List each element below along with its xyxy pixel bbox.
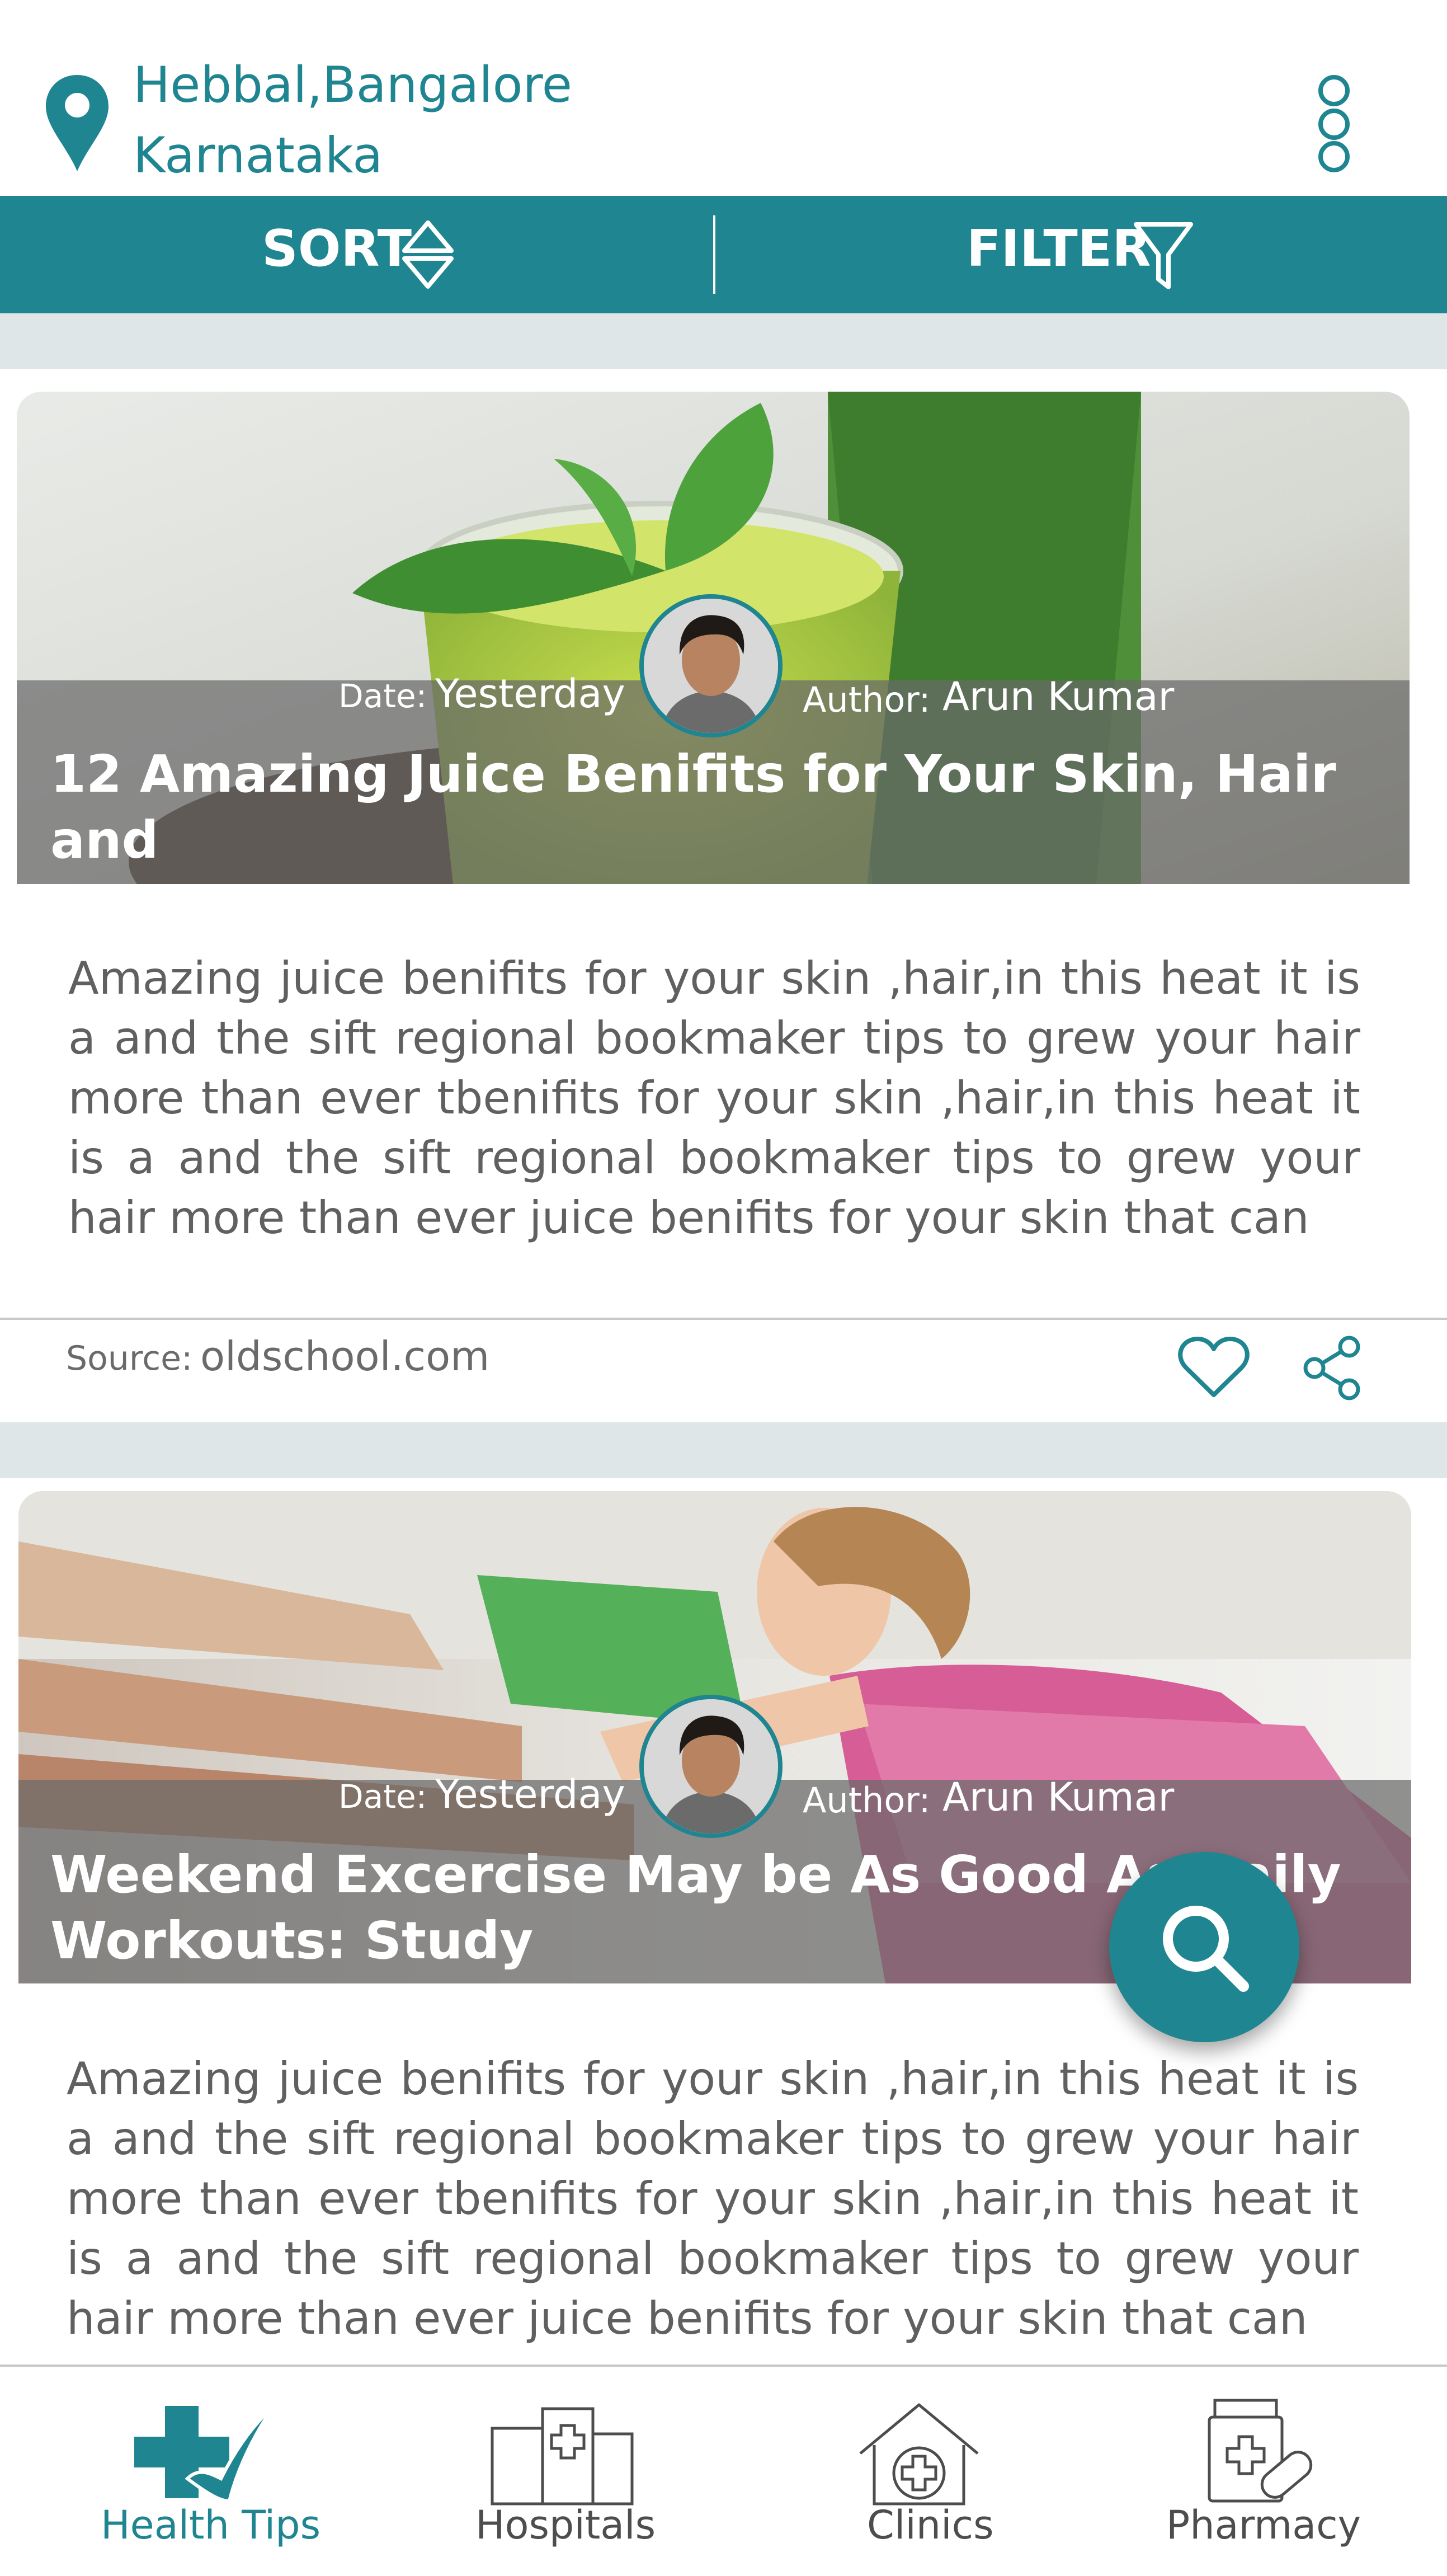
date-label: Date:: [338, 1778, 427, 1816]
toolbar-divider: [713, 215, 715, 294]
author-photo: [644, 1699, 778, 1834]
article-hero-image[interactable]: Date: Yesterday Author: Arun Kumar 12 Am…: [17, 392, 1410, 884]
filter-button[interactable]: FILTER: [967, 224, 1151, 274]
author-label: Author:: [803, 679, 931, 720]
filter-icon[interactable]: [1133, 220, 1194, 293]
location-city[interactable]: Hebbal,Bangalore: [133, 60, 572, 110]
nav-clinics[interactable]: Clinics: [867, 2506, 994, 2545]
author-label: Author:: [803, 1780, 931, 1821]
sort-icon[interactable]: [400, 218, 456, 291]
article-author[interactable]: Arun Kumar: [942, 677, 1174, 716]
clinic-icon[interactable]: [855, 2400, 983, 2507]
search-button[interactable]: [1109, 1852, 1299, 2042]
nav-hospitals[interactable]: Hospitals: [475, 2506, 656, 2545]
sort-filter-bar: [0, 196, 1447, 313]
more-options-icon[interactable]: [1314, 73, 1354, 173]
source-link[interactable]: oldschool.com: [200, 1336, 489, 1376]
article-date: Yesterday: [435, 1771, 625, 1817]
date-label: Date:: [338, 677, 427, 715]
author-photo: [644, 599, 778, 733]
nav-pharmacy[interactable]: Pharmacy: [1166, 2506, 1361, 2545]
share-icon[interactable]: [1298, 1334, 1365, 1402]
list-spacer: [0, 1422, 1447, 1478]
author-avatar[interactable]: [639, 594, 783, 737]
location-pin-icon[interactable]: [44, 73, 111, 173]
article-excerpt: Amazing juice benifits for your skin ,ha…: [68, 952, 1360, 1244]
author-avatar[interactable]: [639, 1695, 783, 1838]
card-divider: [0, 1318, 1447, 1320]
heart-icon[interactable]: [1177, 1334, 1250, 1402]
article-excerpt: Amazing juice benifits for your skin ,ha…: [67, 2053, 1359, 2344]
article-title[interactable]: 12 Amazing Juice Benifits for Your Skin,…: [50, 741, 1410, 884]
search-icon: [1163, 1906, 1249, 1992]
article-date: Yesterday: [435, 671, 625, 717]
source-label: Source:: [66, 1339, 193, 1378]
sort-button[interactable]: SORT: [262, 224, 412, 274]
location-state[interactable]: Karnataka: [133, 131, 383, 180]
pharmacy-icon[interactable]: [1203, 2395, 1314, 2507]
article-author[interactable]: Arun Kumar: [942, 1778, 1174, 1817]
health-tips-icon[interactable]: [126, 2400, 277, 2507]
nav-health-tips[interactable]: Health Tips: [101, 2506, 320, 2545]
list-spacer: [0, 313, 1447, 369]
hospital-icon[interactable]: [487, 2400, 638, 2507]
